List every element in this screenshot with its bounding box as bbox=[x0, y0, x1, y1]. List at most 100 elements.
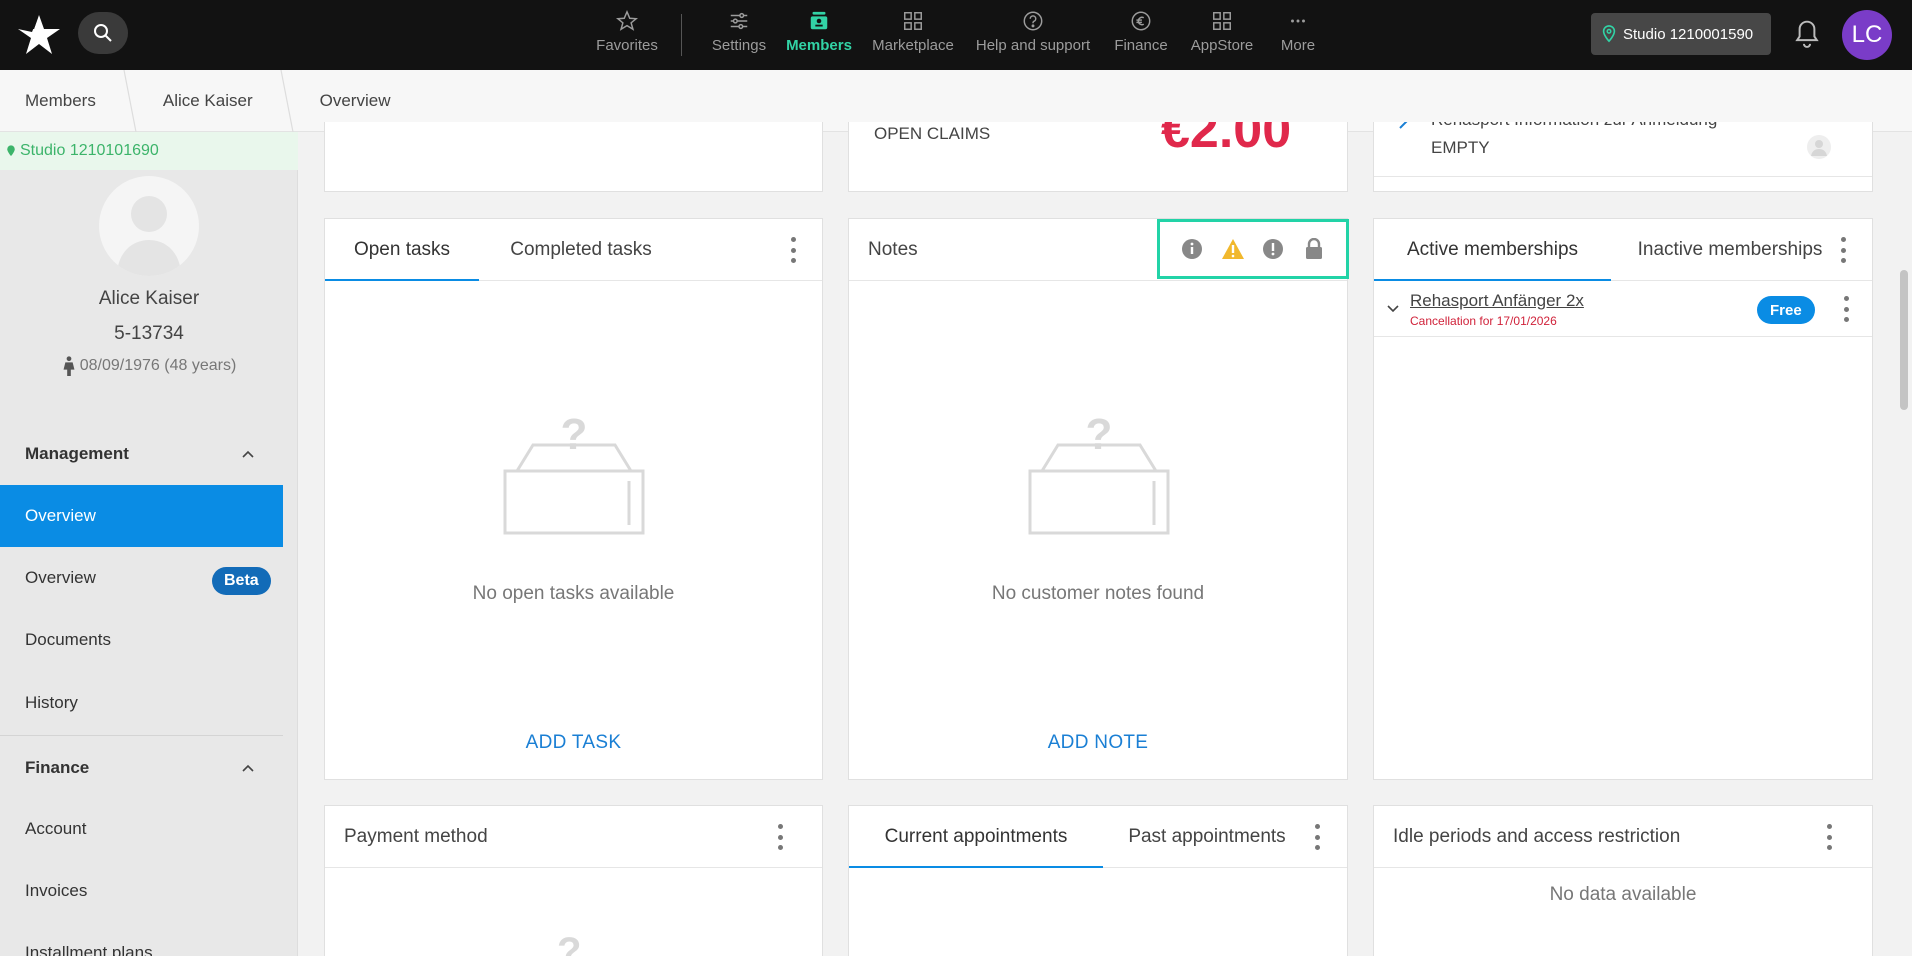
appointments-card: Current appointments Past appointments bbox=[848, 805, 1348, 956]
nav-label: More bbox=[1280, 37, 1316, 54]
nav-label: Marketplace bbox=[872, 37, 954, 54]
info-text: Rehasport Information zur Anmeldung · bbox=[1431, 122, 1728, 130]
payment-card-header: Payment method bbox=[325, 806, 822, 868]
empty-box-icon: ? bbox=[1028, 415, 1170, 535]
search-button[interactable] bbox=[78, 12, 128, 54]
sidebar-item-history[interactable]: History bbox=[0, 672, 283, 734]
euro-icon bbox=[1128, 8, 1154, 34]
notes-filter-icons bbox=[1157, 219, 1349, 279]
open-claims-value: €2.00 bbox=[1161, 122, 1292, 159]
sidebar-item-installment-plans[interactable]: Installment plans bbox=[0, 922, 283, 956]
payment-method-card: Payment method ? bbox=[324, 805, 823, 956]
active-tab-indicator bbox=[849, 866, 1103, 868]
member-sidebar: Studio 1210101690 Alice Kaiser 5-13734 0… bbox=[0, 132, 298, 956]
tab-open-tasks[interactable]: Open tasks bbox=[325, 219, 479, 281]
membership-free-badge: Free bbox=[1757, 296, 1815, 324]
nav-help-and-support[interactable]: Help and support bbox=[971, 8, 1095, 64]
membership-row-menu-button[interactable] bbox=[1841, 296, 1851, 322]
lock-icon[interactable] bbox=[1302, 237, 1326, 261]
member-dob: 08/09/1976 (48 years) bbox=[0, 356, 298, 376]
notes-title: Notes bbox=[868, 239, 918, 260]
tasks-empty-text: No open tasks available bbox=[472, 583, 675, 604]
nav-label: Help and support bbox=[975, 37, 1091, 54]
info-icon[interactable] bbox=[1180, 237, 1204, 261]
help-icon bbox=[1020, 8, 1046, 34]
nav-favorites[interactable]: Favorites bbox=[591, 8, 663, 64]
studio-selector-label: Studio 1210001590 bbox=[1623, 25, 1754, 43]
tab-completed-tasks[interactable]: Completed tasks bbox=[491, 219, 671, 281]
idle-menu-button[interactable] bbox=[1824, 824, 1834, 850]
sidebar-item-overview-beta[interactable]: Overview Beta bbox=[0, 547, 283, 609]
chevron-up-icon[interactable] bbox=[240, 760, 256, 776]
breadcrumb-separator bbox=[123, 69, 137, 132]
chevron-right-icon[interactable] bbox=[1396, 122, 1410, 130]
tab-past-appointments[interactable]: Past appointments bbox=[1113, 806, 1301, 868]
open-claims-label: OPEN CLAIMS bbox=[874, 124, 991, 143]
sidebar-divider bbox=[0, 735, 283, 736]
section-finance[interactable]: Finance bbox=[25, 758, 89, 778]
alert-icon[interactable] bbox=[1261, 237, 1285, 261]
nav-label: Favorites bbox=[596, 37, 658, 54]
memberships-card-header: Active memberships Inactive memberships bbox=[1374, 219, 1872, 281]
nav-members[interactable]: Members bbox=[784, 8, 854, 64]
add-task-button[interactable]: ADD TASK bbox=[325, 732, 822, 754]
member-dob-text: 08/09/1976 (48 years) bbox=[79, 357, 237, 374]
notes-card-header: Notes bbox=[849, 219, 1349, 281]
member-studio: Studio 1210101690 bbox=[0, 132, 298, 170]
idle-title: Idle periods and access restriction bbox=[1393, 826, 1681, 847]
member-id: 5-13734 bbox=[114, 323, 184, 344]
nav-finance[interactable]: Finance bbox=[1111, 8, 1171, 64]
avatar-placeholder-icon bbox=[117, 196, 181, 276]
nav-label: Members bbox=[786, 37, 852, 54]
membership-row[interactable]: Rehasport Anfänger 2x Cancellation for 1… bbox=[1374, 281, 1872, 337]
nav-label: AppStore bbox=[1190, 37, 1254, 54]
add-note-button[interactable]: ADD NOTE bbox=[849, 732, 1347, 754]
sidebar-item-label: Overview bbox=[25, 568, 96, 587]
user-placeholder-icon bbox=[1807, 135, 1831, 159]
open-claims-card: OPEN CLAIMS €2.00 bbox=[848, 122, 1348, 192]
membership-name[interactable]: Rehasport Anfänger 2x bbox=[1410, 291, 1584, 311]
breadcrumb-members[interactable]: Members bbox=[0, 70, 122, 132]
top-navigation-bar: Favorites Settings Members Marketplace H… bbox=[0, 0, 1912, 70]
nav-appstore[interactable]: AppStore bbox=[1184, 8, 1260, 64]
tasks-menu-button[interactable] bbox=[788, 237, 798, 263]
location-pin-icon bbox=[1602, 25, 1616, 43]
search-icon bbox=[94, 24, 112, 42]
location-pin-icon bbox=[7, 145, 15, 156]
empty-question-icon: ? bbox=[557, 930, 582, 956]
nav-marketplace[interactable]: Marketplace bbox=[868, 8, 958, 64]
sidebar-item-invoices[interactable]: Invoices bbox=[0, 860, 283, 922]
nav-more[interactable]: More bbox=[1276, 8, 1320, 64]
sidebar-item-account[interactable]: Account bbox=[0, 798, 283, 860]
section-management[interactable]: Management bbox=[25, 444, 129, 464]
empty-box-icon: ? bbox=[503, 415, 645, 535]
member-avatar[interactable] bbox=[99, 176, 199, 276]
info-card: Rehasport Information zur Anmeldung · EM… bbox=[1373, 122, 1873, 192]
breadcrumb-member-name[interactable]: Alice Kaiser bbox=[138, 70, 279, 132]
sidebar-item-overview[interactable]: Overview bbox=[0, 485, 283, 547]
notifications-bell-icon[interactable] bbox=[1792, 18, 1822, 50]
tab-active-memberships[interactable]: Active memberships bbox=[1374, 219, 1611, 281]
user-avatar[interactable]: LC bbox=[1842, 10, 1892, 60]
partial-card-left bbox=[324, 122, 823, 192]
idle-card-header: Idle periods and access restriction bbox=[1374, 806, 1872, 868]
tab-inactive-memberships[interactable]: Inactive memberships bbox=[1624, 219, 1836, 281]
tasks-card: Open tasks Completed tasks ? No open tas… bbox=[324, 218, 823, 780]
memberships-menu-button[interactable] bbox=[1838, 237, 1848, 263]
chevron-up-icon[interactable] bbox=[240, 446, 256, 462]
active-tab-indicator bbox=[325, 279, 479, 281]
app-logo-icon[interactable] bbox=[16, 12, 62, 58]
studio-selector[interactable]: Studio 1210001590 bbox=[1591, 13, 1771, 55]
apps-icon bbox=[1209, 8, 1235, 34]
sidebar-item-documents[interactable]: Documents bbox=[0, 609, 283, 671]
warning-icon[interactable] bbox=[1221, 237, 1245, 261]
nav-settings[interactable]: Settings bbox=[708, 8, 770, 64]
tab-current-appointments[interactable]: Current appointments bbox=[849, 806, 1103, 868]
appointments-menu-button[interactable] bbox=[1312, 824, 1322, 850]
chevron-down-icon[interactable] bbox=[1386, 303, 1400, 315]
row-divider bbox=[1374, 176, 1872, 177]
appointments-card-header: Current appointments Past appointments bbox=[849, 806, 1347, 868]
payment-menu-button[interactable] bbox=[775, 824, 785, 850]
female-icon bbox=[63, 356, 75, 376]
page-scrollbar[interactable] bbox=[1900, 270, 1908, 410]
